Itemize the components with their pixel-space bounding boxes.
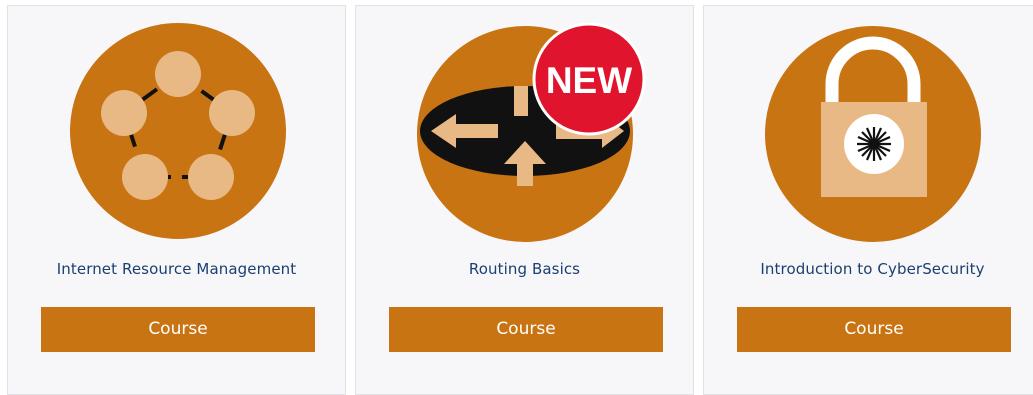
- new-badge-label: NEW: [546, 60, 632, 101]
- padlock-icon: [765, 26, 981, 242]
- course-button[interactable]: Course: [737, 307, 1011, 352]
- course-card-list: Internet Resource Management Course NEW …: [0, 0, 1033, 395]
- network-ring-icon: [70, 23, 286, 239]
- course-card[interactable]: Internet Resource Management Course: [7, 5, 346, 395]
- course-title[interactable]: Internet Resource Management: [8, 260, 345, 278]
- course-title[interactable]: Introduction to CyberSecurity: [704, 260, 1033, 278]
- course-title[interactable]: Routing Basics: [356, 260, 693, 278]
- course-card[interactable]: NEW Routing Basics Course: [355, 5, 694, 395]
- course-card[interactable]: Introduction to CyberSecurity Course: [703, 5, 1033, 395]
- router-arrows-icon: NEW: [417, 22, 646, 242]
- course-button[interactable]: Course: [41, 307, 315, 352]
- course-button[interactable]: Course: [389, 307, 663, 352]
